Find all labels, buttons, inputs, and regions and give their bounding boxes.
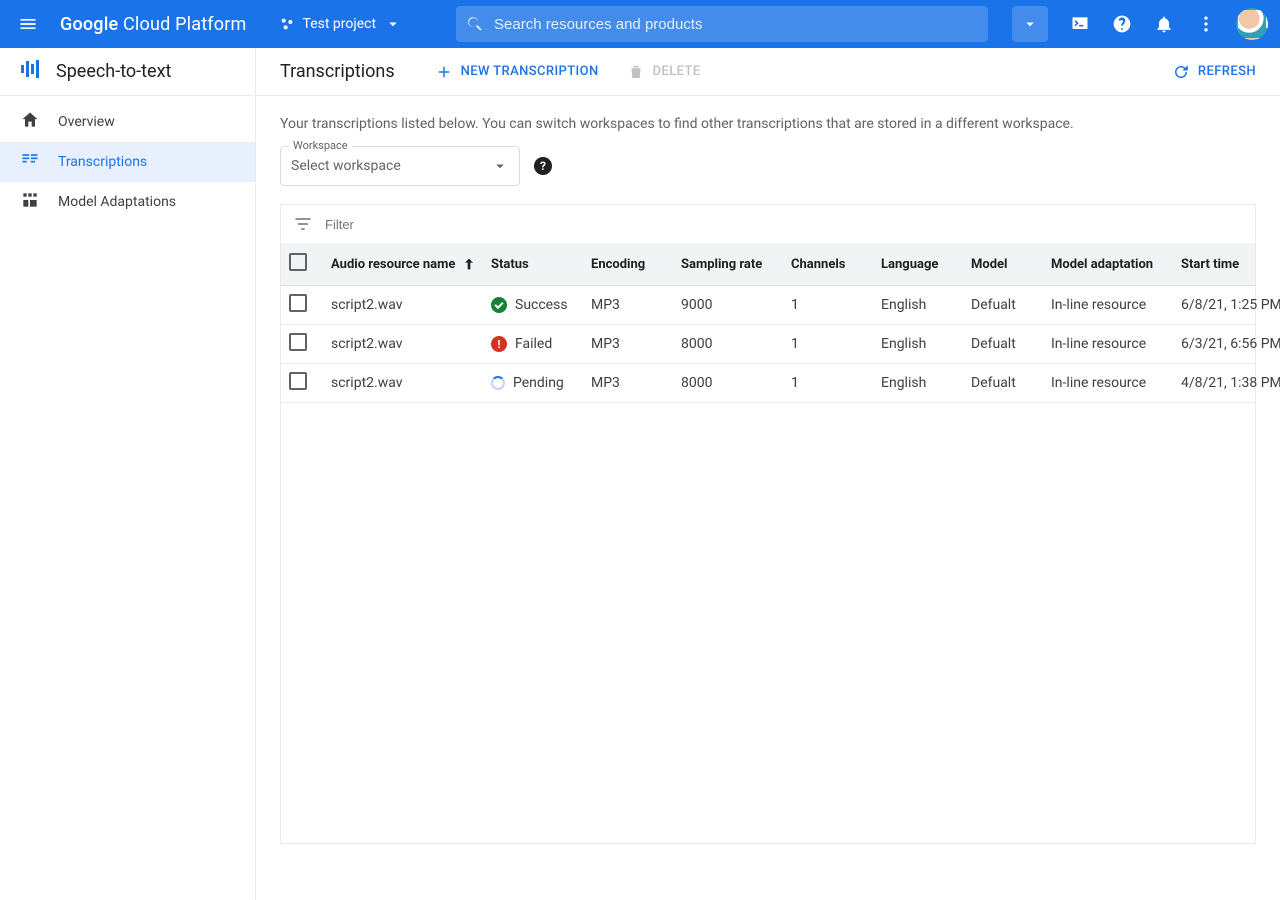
sort-asc-icon xyxy=(461,256,477,272)
workspace-selected: Select workspace xyxy=(291,158,401,174)
search-input[interactable] xyxy=(494,16,978,33)
model-adaptations-icon xyxy=(20,190,40,214)
table-row[interactable]: script2.wav Success MP3 9000 1 English D… xyxy=(281,286,1255,325)
cell-language: English xyxy=(873,286,963,325)
header-actions xyxy=(1060,4,1268,44)
row-checkbox[interactable] xyxy=(281,286,323,325)
search-icon xyxy=(466,15,484,33)
search-dropdown[interactable] xyxy=(1012,6,1048,42)
cell-model: Defualt xyxy=(963,325,1043,364)
menu-icon[interactable] xyxy=(8,4,48,44)
intro-text: Your transcriptions listed below. You ca… xyxy=(280,116,1256,132)
transcriptions-icon xyxy=(20,150,40,174)
project-icon xyxy=(279,16,295,32)
cloud-shell-icon[interactable] xyxy=(1060,4,1100,44)
top-header: Google Cloud Platform Test project xyxy=(0,0,1280,48)
cell-encoding: MP3 xyxy=(583,325,673,364)
row-checkbox[interactable] xyxy=(281,364,323,403)
product-title: Speech-to-text xyxy=(0,48,255,96)
workspace-help-icon[interactable]: ? xyxy=(534,157,552,175)
page-header: Transcriptions NEW TRANSCRIPTION DELETE … xyxy=(256,48,1280,96)
more-icon[interactable] xyxy=(1186,4,1226,44)
cell-rate: 9000 xyxy=(673,286,783,325)
col-model-adaptation[interactable]: Model adaptation xyxy=(1043,243,1173,286)
product-logo-icon xyxy=(18,57,42,86)
cell-name: script2.wav xyxy=(323,364,483,403)
sidebar-item-label: Model Adaptations xyxy=(58,194,176,210)
sidebar-item-label: Transcriptions xyxy=(58,154,147,170)
platform-brand[interactable]: Google Cloud Platform xyxy=(52,14,255,35)
sidebar-item-overview[interactable]: Overview xyxy=(0,102,255,142)
chevron-down-icon xyxy=(1021,15,1039,33)
filter-icon xyxy=(293,214,313,234)
failed-icon: ! xyxy=(491,336,507,352)
cell-time: 6/3/21, 6:56 PM xyxy=(1173,325,1255,364)
cell-channels: 1 xyxy=(783,364,873,403)
cell-language: English xyxy=(873,364,963,403)
cell-adaptation: In-line resource xyxy=(1043,325,1173,364)
search-box[interactable] xyxy=(456,6,988,42)
col-status[interactable]: Status xyxy=(483,243,583,286)
new-transcription-button[interactable]: NEW TRANSCRIPTION xyxy=(435,63,599,81)
filter-input[interactable] xyxy=(325,217,1243,232)
table-row[interactable]: script2.wav Pending MP3 8000 1 English D… xyxy=(281,364,1255,403)
filter-bar[interactable] xyxy=(281,205,1255,243)
cell-encoding: MP3 xyxy=(583,286,673,325)
avatar[interactable] xyxy=(1236,8,1268,40)
sidebar: Speech-to-text Overview Transcriptions M… xyxy=(0,48,256,900)
col-start-time[interactable]: Start time xyxy=(1173,243,1255,286)
table-row[interactable]: script2.wav !Failed MP3 8000 1 English D… xyxy=(281,325,1255,364)
cell-language: English xyxy=(873,325,963,364)
sidebar-item-label: Overview xyxy=(58,114,115,130)
row-checkbox[interactable] xyxy=(281,325,323,364)
cell-rate: 8000 xyxy=(673,325,783,364)
cell-time: 6/8/21, 1:25 PM xyxy=(1173,286,1255,325)
col-language[interactable]: Language xyxy=(873,243,963,286)
cell-status: Success xyxy=(483,286,583,325)
col-encoding[interactable]: Encoding xyxy=(583,243,673,286)
product-name: Speech-to-text xyxy=(56,61,171,82)
project-name: Test project xyxy=(303,16,377,32)
pending-icon xyxy=(491,376,505,390)
cell-channels: 1 xyxy=(783,325,873,364)
workspace-field-label: Workspace xyxy=(289,139,352,152)
cell-adaptation: In-line resource xyxy=(1043,286,1173,325)
transcriptions-table: Audio resource nameStatusEncodingSamplin… xyxy=(280,204,1256,844)
cell-time: 4/8/21, 1:38 PM xyxy=(1173,364,1255,403)
cell-model: Defualt xyxy=(963,286,1043,325)
success-icon xyxy=(491,297,507,313)
select-all-checkbox[interactable] xyxy=(281,243,323,286)
cell-name: script2.wav xyxy=(323,325,483,364)
help-icon[interactable] xyxy=(1102,4,1142,44)
cell-model: Defualt xyxy=(963,364,1043,403)
project-picker[interactable]: Test project xyxy=(269,15,413,33)
col-audio-resource-name[interactable]: Audio resource name xyxy=(323,243,483,286)
col-channels[interactable]: Channels xyxy=(783,243,873,286)
cell-rate: 8000 xyxy=(673,364,783,403)
cell-adaptation: In-line resource xyxy=(1043,364,1173,403)
chevron-down-icon xyxy=(384,15,402,33)
cell-status: !Failed xyxy=(483,325,583,364)
overview-icon xyxy=(20,110,40,134)
refresh-button[interactable]: REFRESH xyxy=(1172,63,1256,81)
sidebar-item-model-adaptations[interactable]: Model Adaptations xyxy=(0,182,255,222)
col-model[interactable]: Model xyxy=(963,243,1043,286)
delete-button: DELETE xyxy=(627,63,701,81)
cell-status: Pending xyxy=(483,364,583,403)
workspace-select[interactable]: Workspace Select workspace xyxy=(280,146,520,186)
page-title: Transcriptions xyxy=(280,61,395,82)
sidebar-item-transcriptions[interactable]: Transcriptions xyxy=(0,142,255,182)
cell-encoding: MP3 xyxy=(583,364,673,403)
cell-name: script2.wav xyxy=(323,286,483,325)
col-sampling-rate[interactable]: Sampling rate xyxy=(673,243,783,286)
chevron-down-icon xyxy=(491,157,509,175)
cell-channels: 1 xyxy=(783,286,873,325)
notifications-icon[interactable] xyxy=(1144,4,1184,44)
